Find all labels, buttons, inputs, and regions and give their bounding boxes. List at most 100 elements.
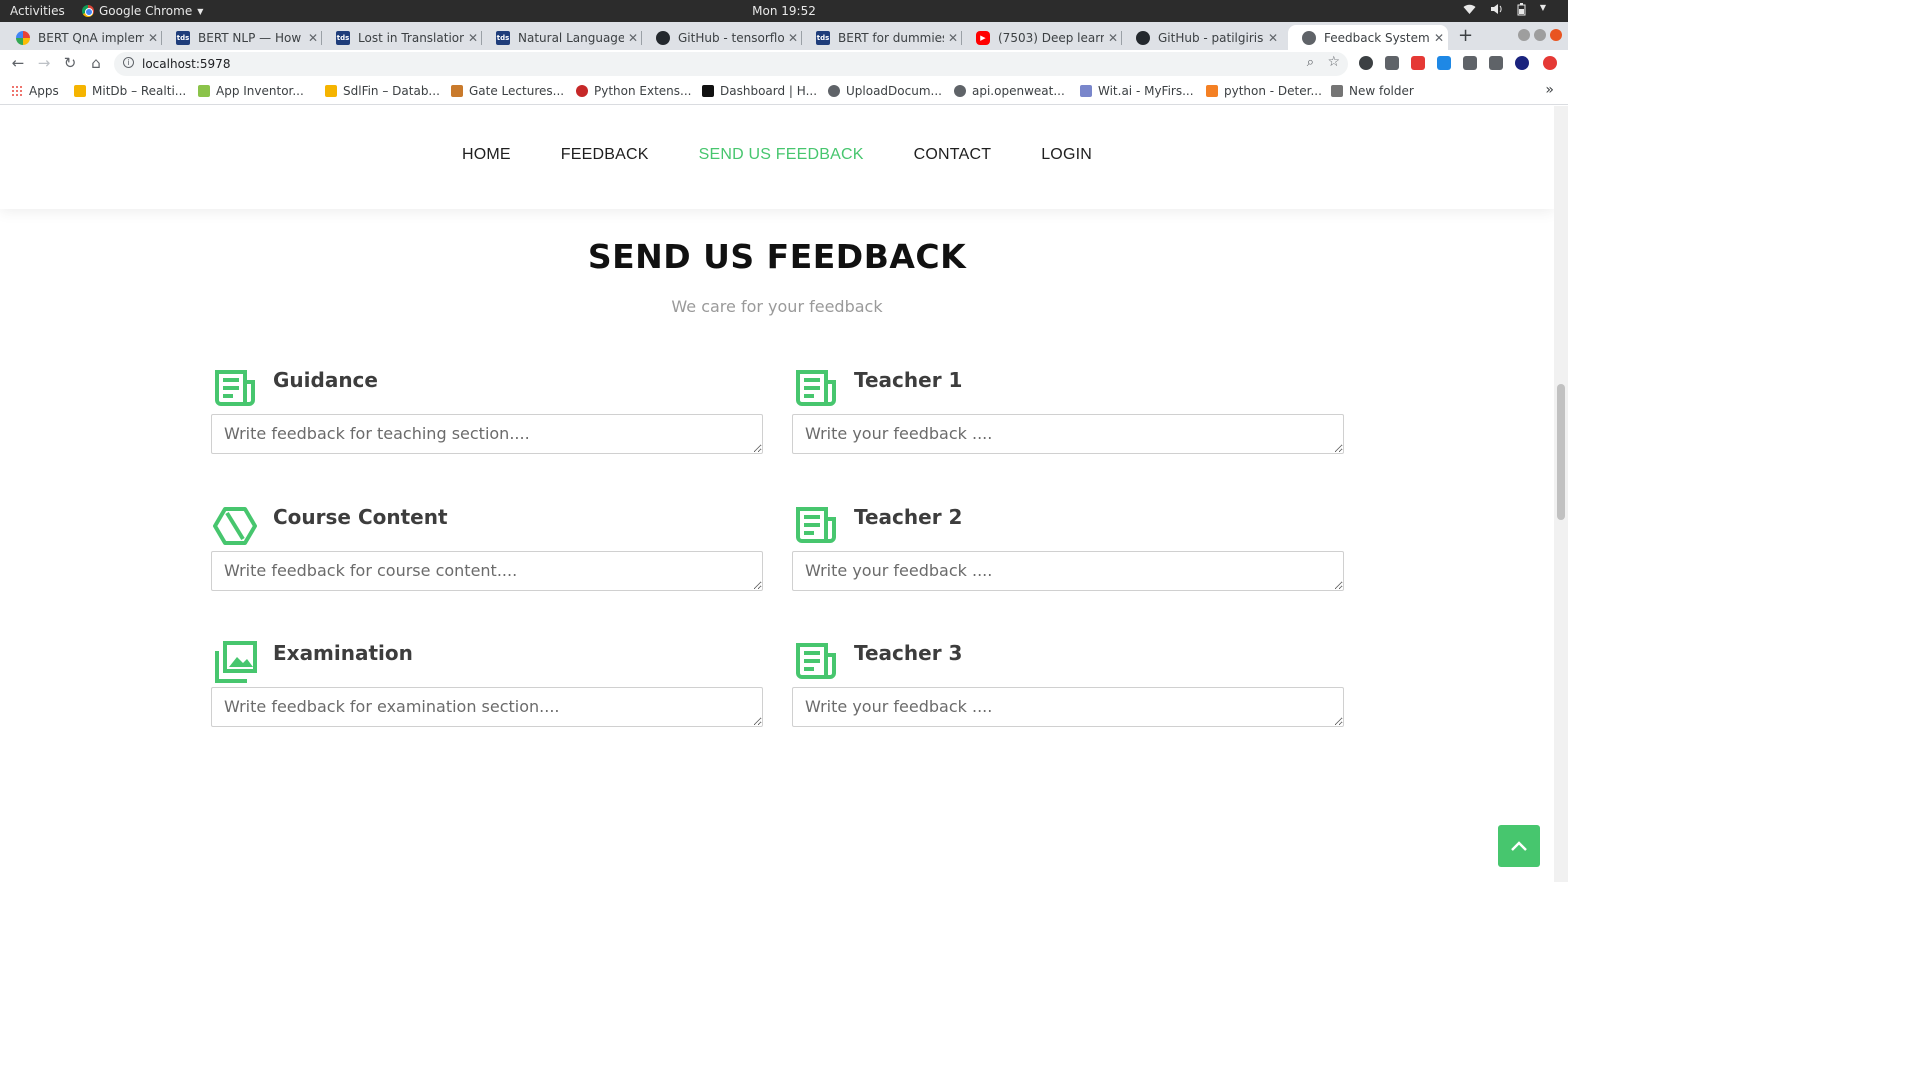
- minimize-button[interactable]: [1518, 29, 1530, 41]
- course-content-feedback-input[interactable]: [211, 551, 763, 591]
- teacher-2-feedback-input[interactable]: [792, 551, 1344, 591]
- close-icon[interactable]: ✕: [464, 31, 482, 45]
- bookmark-favicon-icon: [828, 85, 840, 97]
- browser-tab[interactable]: tds Lost in Translation ✕: [322, 25, 482, 50]
- bookmark-item[interactable]: SdlFin – Datab...: [325, 84, 440, 98]
- apps-grid-icon: [11, 85, 23, 97]
- forward-arrow-icon[interactable]: →: [34, 54, 54, 72]
- page-title: SEND US FEEDBACK: [587, 237, 967, 276]
- reload-icon[interactable]: ↻: [60, 54, 80, 72]
- bookmark-favicon-icon: [451, 85, 463, 97]
- tab-title: Lost in Translation: [358, 30, 464, 45]
- page-scrollbar[interactable]: [1554, 106, 1568, 882]
- feedback-label: Teacher 1: [854, 368, 963, 392]
- bookmark-item[interactable]: api.openweat...: [954, 84, 1065, 98]
- bookmark-item[interactable]: Python Extens...: [576, 84, 691, 98]
- battery-icon: [1517, 3, 1526, 19]
- teacher-3-feedback-input[interactable]: [792, 687, 1344, 727]
- browser-tab[interactable]: tds Natural Language U ✕: [482, 25, 642, 50]
- home-icon[interactable]: ⌂: [86, 54, 106, 72]
- github-icon: [656, 30, 670, 45]
- chevron-right-icon[interactable]: »: [1545, 82, 1554, 98]
- browser-tab[interactable]: tds BERT NLP — How T ✕: [162, 25, 322, 50]
- bookmark-favicon-icon: [1080, 85, 1092, 97]
- download-icon[interactable]: [1437, 56, 1451, 70]
- close-icon[interactable]: ✕: [1104, 31, 1122, 45]
- teacher-1-feedback-input[interactable]: [792, 414, 1344, 454]
- bookmark-item[interactable]: UploadDocum...: [828, 84, 942, 98]
- bookmark-folder[interactable]: New folder: [1331, 84, 1414, 98]
- extension-icon[interactable]: [1411, 56, 1425, 70]
- tab-title: GitHub - patilgirish: [1158, 30, 1264, 45]
- tab-title: BERT QnA impleme: [38, 30, 144, 45]
- tab-title: Feedback System: [1324, 30, 1430, 45]
- nav-feedback[interactable]: FEEDBACK: [561, 146, 649, 164]
- system-tray[interactable]: ▼: [1463, 3, 1546, 19]
- close-icon[interactable]: ✕: [624, 31, 642, 45]
- github-icon: [1136, 30, 1150, 45]
- maximize-button[interactable]: [1534, 29, 1546, 41]
- newspaper-icon: [213, 368, 257, 410]
- close-icon[interactable]: ✕: [1264, 31, 1282, 45]
- close-icon[interactable]: ✕: [144, 31, 162, 45]
- browser-tab[interactable]: tds BERT for dummies ✕: [802, 25, 962, 50]
- nav-send-us-feedback[interactable]: SEND US FEEDBACK: [699, 146, 864, 164]
- nav-home[interactable]: HOME: [462, 146, 511, 164]
- examination-feedback-input[interactable]: [211, 687, 763, 727]
- bookmark-item[interactable]: MitDb – Realti...: [74, 84, 186, 98]
- close-icon[interactable]: ✕: [304, 31, 322, 45]
- close-window-button[interactable]: [1550, 29, 1562, 41]
- browser-tab-active[interactable]: Feedback System ✕: [1288, 25, 1448, 50]
- guidance-feedback-input[interactable]: [211, 414, 763, 454]
- bookmark-item[interactable]: App Inventor...: [198, 84, 304, 98]
- feedback-label: Teacher 2: [854, 505, 963, 529]
- new-tab-button[interactable]: +: [1458, 25, 1473, 46]
- extension-icon[interactable]: [1385, 56, 1399, 70]
- bookmark-item[interactable]: python - Deter...: [1206, 84, 1322, 98]
- browser-tab[interactable]: ▶ (7503) Deep learnin ✕: [962, 25, 1122, 50]
- page-subtitle: We care for your feedback: [671, 297, 883, 316]
- site-nav: HOME FEEDBACK SEND US FEEDBACK CONTACT L…: [0, 146, 1554, 164]
- volume-icon: [1490, 3, 1503, 19]
- back-arrow-icon[interactable]: ←: [8, 54, 28, 72]
- feedback-teacher-3: Teacher 3: [792, 641, 1344, 741]
- site-header: HOME FEEDBACK SEND US FEEDBACK CONTACT L…: [0, 106, 1554, 209]
- address-bar[interactable]: i localhost:5978 ⌕ ☆: [114, 52, 1348, 76]
- chevron-up-icon: [1511, 841, 1527, 851]
- bookmark-item[interactable]: Dashboard | H...: [702, 84, 817, 98]
- reading-list-icon[interactable]: [1489, 56, 1503, 70]
- tds-icon: tds: [496, 30, 510, 45]
- nav-login[interactable]: LOGIN: [1041, 146, 1092, 164]
- browser-tab[interactable]: GitHub - patilgirish ✕: [1122, 25, 1282, 50]
- chevron-down-icon: ▼: [1539, 3, 1546, 12]
- bookmark-favicon-icon: [954, 85, 966, 97]
- feedback-teacher-1: Teacher 1: [792, 368, 1344, 468]
- bookmark-item[interactable]: Wit.ai - MyFirs...: [1080, 84, 1194, 98]
- bookmark-item[interactable]: Gate Lectures...: [451, 84, 564, 98]
- activities-button[interactable]: Activities: [10, 4, 65, 18]
- info-icon[interactable]: i: [123, 57, 134, 68]
- close-icon[interactable]: ✕: [784, 31, 802, 45]
- app-menu[interactable]: Google Chrome ▼: [82, 4, 203, 18]
- bookmark-apps[interactable]: Apps: [11, 84, 59, 98]
- update-icon[interactable]: [1543, 56, 1557, 70]
- browser-tab[interactable]: GitHub - tensorflow ✕: [642, 25, 802, 50]
- youtube-icon: ▶: [976, 30, 990, 45]
- close-icon[interactable]: ✕: [1430, 31, 1448, 45]
- bookmark-star-icon[interactable]: ☆: [1327, 54, 1340, 70]
- url-text[interactable]: localhost:5978: [142, 57, 230, 71]
- scrollbar-thumb[interactable]: [1557, 384, 1565, 520]
- zoom-icon[interactable]: ⌕: [1307, 55, 1314, 70]
- nav-contact[interactable]: CONTACT: [914, 146, 992, 164]
- bookmark-favicon-icon: [1206, 85, 1218, 97]
- back-to-top-button[interactable]: [1498, 825, 1540, 867]
- puzzle-icon[interactable]: [1463, 56, 1477, 70]
- image-gallery-icon: [213, 641, 257, 683]
- avatar[interactable]: [1515, 56, 1529, 70]
- close-icon[interactable]: ✕: [944, 31, 962, 45]
- extension-icon[interactable]: [1359, 56, 1373, 70]
- feedback-label: Guidance: [273, 368, 378, 392]
- tab-title: BERT NLP — How T: [198, 30, 304, 45]
- browser-tab[interactable]: BERT QnA impleme ✕: [2, 25, 162, 50]
- newspaper-icon: [794, 641, 838, 683]
